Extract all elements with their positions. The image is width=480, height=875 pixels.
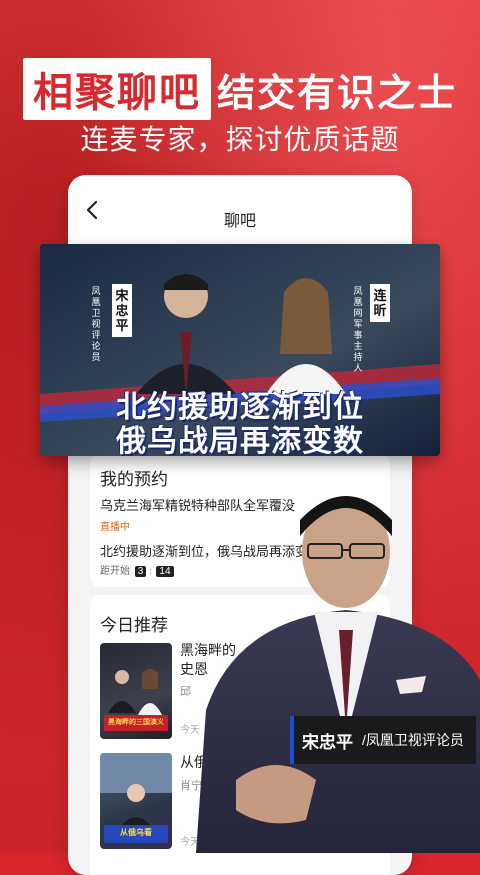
guest-role-tag: 凤凰网军事主持人 xyxy=(353,286,363,373)
banner-title: 相聚聊吧 结交有识之士 xyxy=(0,58,480,120)
guest-name-tag: 连昕 xyxy=(370,284,390,322)
countdown-hours: 3 xyxy=(134,566,147,577)
banner-title-rest: 结交有识之士 xyxy=(216,72,457,115)
host-caption: 宋忠平 /凤凰卫视评论员 xyxy=(290,716,476,764)
guest-name-tag: 宋忠平 xyxy=(112,284,132,337)
section-title-today: 今日推荐 xyxy=(100,616,168,635)
video-headline-line2: 俄乌战局再添变数 xyxy=(116,425,364,456)
video-banner[interactable]: 宋忠平 凤凰卫视评论员 连昕 凤凰网军事主持人 北约援助逐渐到位 俄乌战局再添变… xyxy=(40,244,440,456)
live-badge: 直播中 xyxy=(100,522,130,533)
page-title: 聊吧 xyxy=(223,213,256,230)
recommend-author: 邱 xyxy=(180,686,191,698)
countdown-label: 距开始 xyxy=(100,566,130,577)
recommend-thumbnail[interactable]: 从俄乌看 xyxy=(100,753,172,849)
section-title-reservations: 我的预约 xyxy=(100,470,168,489)
thumbnail-badge: 从俄乌看 xyxy=(120,828,152,837)
caption-title: /凤凰卫视评论员 xyxy=(362,732,464,748)
banner-subtitle: 连麦专家，探讨优质话题 xyxy=(80,124,400,155)
banner-title-highlight: 相聚聊吧 xyxy=(22,58,211,120)
host-portrait xyxy=(196,496,480,853)
guest-role-tag: 凤凰卫视评论员 xyxy=(91,286,101,362)
countdown: 距开始 3 : 14 xyxy=(100,562,174,577)
thumbnail-badge: 黑海畔的三国演义 xyxy=(108,719,164,726)
countdown-minutes: 14 xyxy=(156,566,174,577)
recommend-thumbnail[interactable]: 黑海畔的三国演义 xyxy=(100,643,172,739)
caption-accent-bar xyxy=(290,716,294,764)
caption-name: 宋忠平 xyxy=(302,733,353,752)
